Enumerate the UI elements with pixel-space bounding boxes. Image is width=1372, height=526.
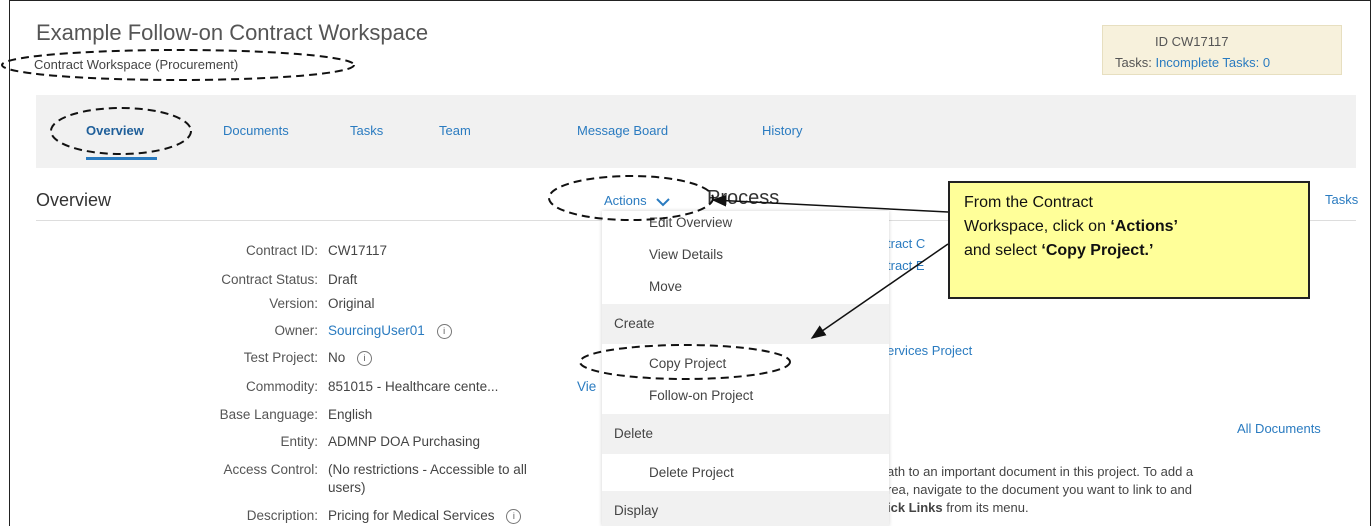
arrow-to-copy-project [810,243,949,339]
annotation-overlay [1,49,949,380]
highlight-ellipse-copy-project [579,344,791,380]
highlight-ellipse-overview-tab [50,107,192,155]
arrow-to-actions [711,194,949,213]
highlight-ellipse-subtitle [1,49,355,81]
highlight-ellipse-actions [548,175,714,221]
